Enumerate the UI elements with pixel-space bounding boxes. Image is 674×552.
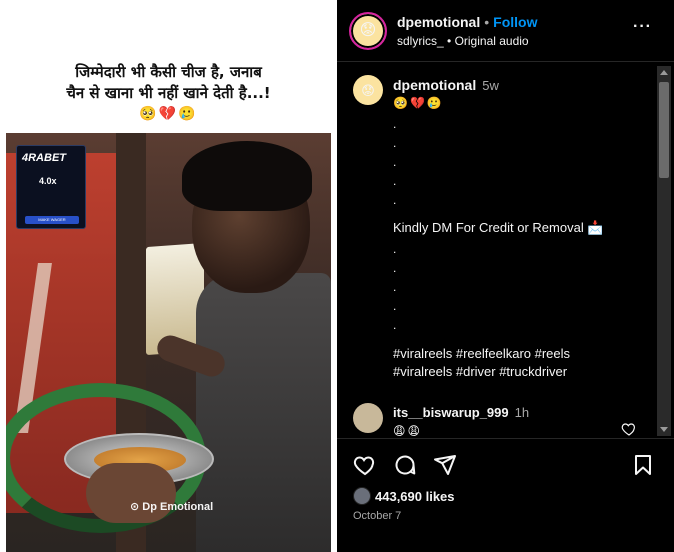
like-comment-heart-icon[interactable]	[621, 421, 637, 437]
caption-line-2: चैन से खाना भी नहीं खाने देती है...!	[66, 84, 271, 102]
ad-multiplier: 4.0x	[39, 176, 57, 186]
watermark: ⊙ Dp Emotional	[130, 500, 213, 513]
liker-avatar	[353, 487, 371, 505]
hashtags-line-2[interactable]: #viralreels #driver #truckdriver	[393, 363, 570, 381]
comments-section: 😟 dpemotional 5w 🥺💔🥲 . . . . . Kindly DM …	[337, 63, 655, 438]
caption-avatar[interactable]: 😟	[353, 75, 383, 105]
driver-body	[196, 273, 331, 552]
scroll-thumb[interactable]	[659, 82, 669, 178]
sad-face-icon: 😟	[359, 22, 377, 39]
caption-username[interactable]: dpemotional	[393, 77, 476, 93]
likes-count[interactable]: 443,690 likes	[375, 489, 455, 504]
driver-hand	[86, 463, 176, 523]
header-user-row: dpemotional • Follow	[397, 14, 538, 30]
comments-scrollbar[interactable]	[657, 66, 671, 436]
more-options-icon[interactable]: ···	[633, 18, 652, 36]
hashtags[interactable]: #viralreels #reelfeelkaro #reels #viralr…	[393, 345, 570, 381]
share-icon[interactable]	[433, 453, 457, 477]
dm-credit-text: Kindly DM For Credit or Removal 📩	[393, 220, 604, 235]
caption-dots-top: . . . . .	[393, 117, 397, 207]
instagram-icon: ⊙	[130, 501, 140, 513]
ad-brand: 4RABET	[22, 152, 67, 164]
audio-author[interactable]: sdlyrics_	[397, 34, 444, 48]
sad-face-icon: 😟	[361, 82, 375, 98]
commenter-username[interactable]: its__biswarup_999	[393, 405, 509, 420]
caption-comment-emojis: 🥺💔🥲	[393, 96, 444, 110]
author-avatar[interactable]: 😟	[349, 12, 387, 50]
post-header: 😟 dpemotional • Follow sdlyrics_ • Origina…	[337, 0, 674, 62]
ad-button[interactable]: MAKE WAGER	[25, 216, 79, 224]
caption-time: 5w	[482, 78, 499, 93]
save-icon[interactable]	[631, 453, 655, 477]
scroll-down-arrow-icon[interactable]	[660, 427, 668, 432]
commenter-avatar[interactable]	[353, 403, 383, 433]
ad-overlay[interactable]: 4RABET 4.0x MAKE WAGER	[16, 145, 86, 229]
comment-time: 1h	[514, 405, 530, 420]
hashtags-line-1[interactable]: #viralreels #reelfeelkaro #reels	[393, 345, 570, 363]
author-username[interactable]: dpemotional	[397, 14, 480, 30]
caption-line-1: जिम्मेदारी भी कैसी चीज है, जनाब	[75, 63, 262, 81]
likes-row[interactable]: 443,690 likes	[353, 487, 455, 505]
watermark-text: Dp Emotional	[142, 501, 214, 513]
comment-icon[interactable]	[393, 453, 417, 477]
video-frame[interactable]: 4RABET 4.0x MAKE WAGER ⊙ Dp Emotional	[6, 133, 331, 552]
heart-icon[interactable]	[353, 453, 377, 477]
reel-viewer: जिम्मेदारी भी कैसी चीज है, जनाब चैन से ख…	[0, 0, 674, 552]
driver-hair	[182, 141, 312, 211]
post-actions: 443,690 likes October 7	[337, 438, 674, 552]
post-details: 😟 dpemotional • Follow sdlyrics_ • Origina…	[337, 0, 674, 552]
media-caption: जिम्मेदारी भी कैसी चीज है, जनाब चैन से ख…	[0, 62, 337, 125]
caption-dots-bottom: . . . . .	[393, 242, 397, 332]
comment-emojis: 😩😩	[393, 424, 423, 438]
follow-button[interactable]: Follow	[493, 14, 537, 30]
scroll-up-arrow-icon[interactable]	[660, 70, 668, 75]
post-date: October 7	[353, 510, 402, 522]
caption-user-row: dpemotional 5w	[393, 77, 499, 93]
audio-label[interactable]: Original audio	[455, 34, 529, 48]
audio-row: sdlyrics_ • Original audio	[397, 34, 529, 48]
post-media[interactable]: जिम्मेदारी भी कैसी चीज है, जनाब चैन से ख…	[0, 0, 337, 552]
caption-emojis: 🥺💔🥲	[139, 106, 198, 122]
comment-user-row: its__biswarup_999 1h	[393, 405, 529, 420]
